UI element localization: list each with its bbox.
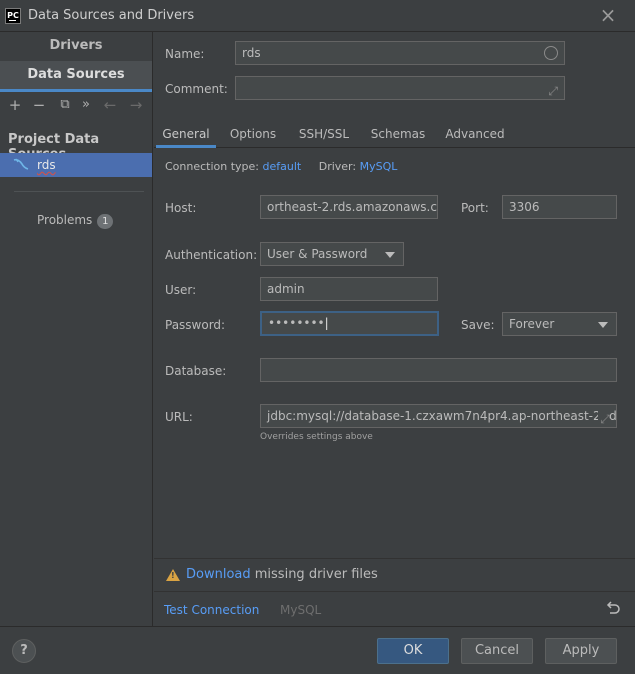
text-caret: | [324, 316, 329, 330]
port-field[interactable]: 3306 [502, 195, 617, 219]
revert-icon[interactable] [605, 600, 621, 616]
title-bar: PC Data Sources and Drivers × [0, 0, 635, 32]
driver-link[interactable]: MySQL [360, 160, 398, 173]
warning-message: Download missing driver files [186, 567, 378, 582]
connection-type-link[interactable]: default [263, 160, 302, 173]
chevron-down-icon [385, 252, 395, 258]
test-connection-link[interactable]: Test Connection [164, 603, 259, 617]
bottom-actions: Test Connection MySQL [154, 591, 635, 625]
apply-button[interactable]: Apply [545, 638, 617, 664]
mysql-dolphin-icon [13, 158, 29, 170]
url-value: jdbc:mysql://database-1.czxawm7n4pr4.ap-… [267, 409, 617, 423]
name-value: rds [242, 46, 261, 60]
problems-count-badge: 1 [97, 214, 114, 229]
tab-ssh-ssl[interactable]: SSH/SSL [294, 124, 354, 148]
tab-general[interactable]: General [156, 124, 216, 148]
tab-data-sources[interactable]: Data Sources [0, 61, 152, 92]
data-source-settings: Name: rds Comment: ⤢ General Options SSH… [154, 32, 635, 626]
save-label: Save: [461, 318, 495, 332]
driver-label: Driver: [318, 160, 357, 173]
database-field[interactable] [260, 358, 617, 382]
save-select[interactable]: Forever [502, 312, 617, 336]
sidebar-toolbar: + − ⧉ » ← → [0, 94, 152, 118]
problems-label: Problems [37, 213, 93, 227]
problems-item[interactable]: Problems 1 [37, 213, 114, 229]
database-label: Database: [165, 364, 227, 378]
add-icon[interactable]: + [6, 94, 24, 116]
driver-name-label: MySQL [280, 603, 322, 617]
color-circle-icon[interactable] [544, 46, 558, 60]
authentication-label: Authentication: [165, 248, 258, 262]
password-field[interactable]: ••••••••| [260, 311, 439, 336]
url-label: URL: [165, 410, 193, 424]
help-icon[interactable]: ? [12, 639, 36, 663]
connection-type-label: Connection type: [165, 160, 260, 173]
dialog-footer: ? OK Cancel Apply [0, 626, 635, 674]
settings-tabs: General Options SSH/SSL Schemas Advanced [154, 120, 635, 148]
remove-icon[interactable]: − [30, 94, 48, 116]
sidebar: Drivers Data Sources + − ⧉ » ← → Project… [0, 32, 153, 626]
data-source-item-rds[interactable]: rds [0, 153, 152, 177]
user-field[interactable]: admin [260, 277, 438, 301]
expand-icon[interactable]: ⤢ [548, 80, 558, 99]
tab-options[interactable]: Options [226, 124, 280, 148]
url-hint: Overrides settings above [260, 432, 373, 442]
close-icon[interactable]: × [599, 5, 617, 25]
tab-schemas[interactable]: Schemas [368, 124, 428, 148]
ok-button[interactable]: OK [377, 638, 449, 664]
name-label: Name: [165, 47, 205, 61]
url-field[interactable]: jdbc:mysql://database-1.czxawm7n4pr4.ap-… [260, 404, 617, 428]
chevron-down-icon [598, 322, 608, 328]
connection-type-row: Connection type: default Driver: MySQL [165, 160, 397, 173]
data-source-label: rds [37, 158, 56, 172]
download-link[interactable]: Download [186, 567, 251, 582]
tab-advanced[interactable]: Advanced [442, 124, 508, 148]
forward-arrow-icon[interactable]: → [126, 94, 146, 116]
comment-label: Comment: [165, 82, 228, 96]
password-label: Password: [165, 318, 226, 332]
sidebar-divider [14, 191, 144, 192]
cancel-button[interactable]: Cancel [461, 638, 533, 664]
warning-text: missing driver files [250, 567, 378, 582]
host-field[interactable]: ortheast-2.rds.amazonaws.com [260, 195, 438, 219]
duplicate-icon[interactable]: ⧉ [56, 94, 74, 116]
window-title: Data Sources and Drivers [28, 8, 195, 23]
pycharm-logo-icon: PC [5, 8, 21, 24]
tab-drivers[interactable]: Drivers [0, 32, 152, 60]
back-arrow-icon[interactable]: ← [100, 94, 120, 116]
expand-icon[interactable]: ⤢ [598, 408, 610, 427]
name-field[interactable]: rds [235, 41, 565, 65]
password-value: •••••••• [268, 316, 325, 330]
user-label: User: [165, 283, 197, 297]
save-value: Forever [509, 317, 555, 331]
authentication-select[interactable]: User & Password [260, 242, 404, 266]
host-label: Host: [165, 201, 197, 215]
more-icon[interactable]: » [78, 94, 94, 116]
port-label: Port: [461, 201, 489, 215]
comment-field[interactable]: ⤢ [235, 76, 565, 100]
authentication-value: User & Password [267, 247, 368, 261]
warning-bar: ! Download missing driver files [154, 558, 635, 591]
